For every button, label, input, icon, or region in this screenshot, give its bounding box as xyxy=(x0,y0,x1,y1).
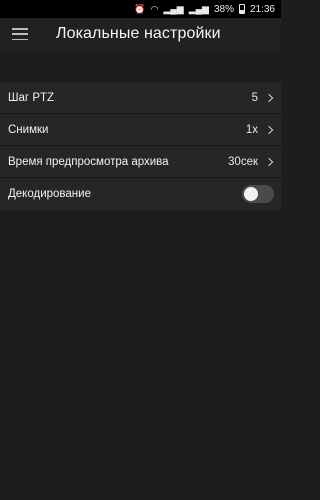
signal-icon: ▂▄▆ xyxy=(188,3,209,14)
page-title: Локальные настройки xyxy=(56,25,221,42)
app-bar: Локальные настройки xyxy=(0,18,281,50)
setting-value: 5 xyxy=(251,91,258,104)
toggle-knob xyxy=(244,187,258,201)
status-bar: ⏰ ◠ ▂▄▆ ▂▄▆ 38% 21:36 xyxy=(0,0,281,18)
setting-decoding: Декодирование xyxy=(0,178,281,210)
setting-label: Время предпросмотра архива xyxy=(8,155,169,168)
setting-ptz-step[interactable]: Шаг PTZ 5 xyxy=(0,82,281,114)
wifi-icon: ◠ xyxy=(150,3,159,14)
settings-list: Шаг PTZ 5 Снимки 1x Время предпросмотра … xyxy=(0,82,281,210)
setting-label: Шаг PTZ xyxy=(8,91,55,104)
signal-icon: ▂▄▆ xyxy=(163,3,184,14)
decoding-toggle[interactable] xyxy=(242,185,274,203)
setting-archive-preview-time[interactable]: Время предпросмотра архива 30сек xyxy=(0,146,281,178)
section-gap xyxy=(0,50,281,82)
setting-value: 1x xyxy=(245,123,258,136)
alarm-icon: ⏰ xyxy=(134,3,146,14)
clock: 21:36 xyxy=(249,3,275,15)
chevron-right-icon xyxy=(264,93,274,102)
setting-value: 30сек xyxy=(228,155,258,168)
chevron-right-icon xyxy=(264,125,274,134)
battery-percent: 38% xyxy=(213,3,234,15)
setting-label: Декодирование xyxy=(8,188,91,200)
setting-snapshots[interactable]: Снимки 1x xyxy=(0,114,281,146)
battery-icon xyxy=(238,4,245,14)
setting-label: Снимки xyxy=(8,123,49,136)
hamburger-menu-icon[interactable] xyxy=(12,28,28,40)
chevron-right-icon xyxy=(264,157,274,166)
